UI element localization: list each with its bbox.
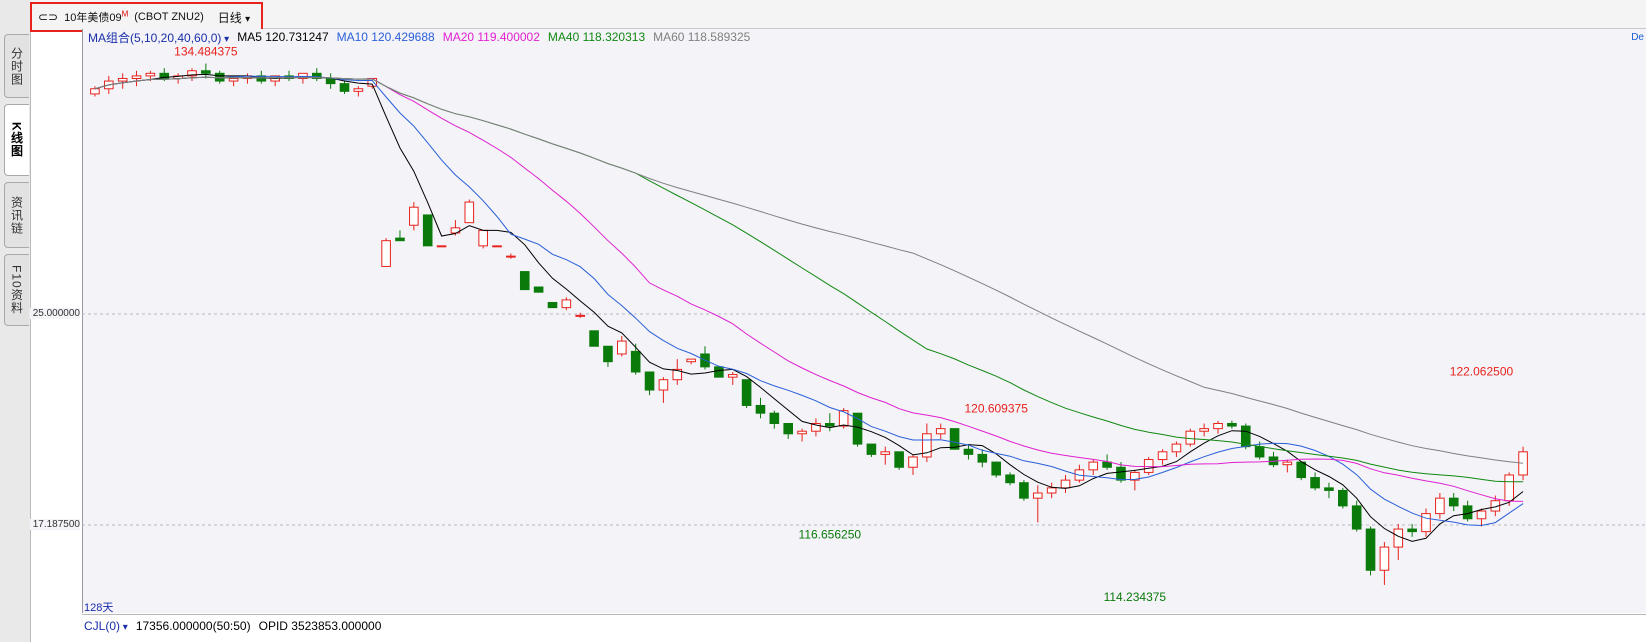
candle-body <box>353 88 364 92</box>
candle-body <box>644 371 655 391</box>
candle-body <box>422 214 433 247</box>
candle-body <box>1365 528 1376 571</box>
candle-body <box>1407 528 1417 533</box>
candle-body <box>1227 422 1237 427</box>
candle-body <box>339 83 350 92</box>
candle-body <box>1310 477 1320 489</box>
candle-body <box>1504 474 1515 502</box>
candle-body <box>519 271 530 291</box>
ma10-line <box>94 75 1524 527</box>
price-annotation: 116.656250 <box>799 527 862 541</box>
candle-body <box>1171 443 1182 453</box>
candle-body <box>1157 451 1168 461</box>
ma5-line <box>94 73 1524 542</box>
candle-body <box>478 229 488 247</box>
volume-indicator-selector[interactable]: CJL(0) ▾ <box>84 619 128 633</box>
candle-body <box>436 245 447 248</box>
candle-body <box>977 453 988 463</box>
candle-body <box>464 201 475 224</box>
candle-body <box>1393 528 1404 548</box>
candle-body <box>1421 513 1431 533</box>
candle-body <box>880 451 891 455</box>
ma60-line <box>94 76 1524 464</box>
price-annotation: 114.234375 <box>1104 590 1167 604</box>
candle-body <box>409 206 419 226</box>
candle-body <box>727 374 738 378</box>
candle-body <box>769 412 780 424</box>
candle-body <box>991 461 1001 476</box>
volume-value: 17356.000000(50:50) <box>135 619 251 633</box>
ma20-line <box>94 76 1524 502</box>
volume-row: CJL(0) ▾ 17356.000000(50:50) OPID 352385… <box>84 619 381 633</box>
candle-body <box>589 330 599 347</box>
candle-body <box>1435 497 1445 515</box>
candle-body <box>395 237 405 242</box>
candle-body <box>1116 466 1126 481</box>
price-annotation: 134.484375 <box>174 45 238 59</box>
candle-body <box>325 77 336 85</box>
candle-body <box>741 379 752 406</box>
candle-body <box>506 255 516 258</box>
candle-body <box>1046 487 1057 494</box>
candle-body <box>201 70 211 74</box>
candle-body <box>1296 461 1307 479</box>
candle-body <box>714 366 724 378</box>
candle-body <box>90 88 100 95</box>
candle-body <box>935 428 946 435</box>
candle-body <box>1032 492 1043 499</box>
candle-body <box>1379 546 1390 571</box>
candle-body <box>1338 489 1348 507</box>
candle-body <box>603 345 613 363</box>
candle-body <box>1005 474 1015 484</box>
candle-body <box>381 240 391 267</box>
candle-body <box>547 301 558 309</box>
candle-body <box>145 72 156 77</box>
candlestick-chart: 134.484375 116.656250 120.609375 114.234375… <box>82 45 1646 604</box>
candle-body <box>1213 422 1223 430</box>
chevron-down-icon: ▾ <box>120 622 128 633</box>
candle-body <box>131 75 142 79</box>
opid-value: OPID 3523853.000000 <box>258 619 382 633</box>
candle-body <box>117 77 128 82</box>
candle-body <box>658 379 669 391</box>
candle-body <box>797 430 807 435</box>
candle-body <box>617 340 627 355</box>
candle-body <box>1102 461 1112 468</box>
candle-body <box>894 451 904 468</box>
candle-body <box>561 299 572 309</box>
candle-body <box>228 77 239 82</box>
candle-body <box>1254 446 1265 458</box>
candle-body <box>1448 497 1459 507</box>
candle-body <box>824 422 835 427</box>
candle-body <box>1282 461 1293 466</box>
candle-body <box>1143 459 1154 473</box>
period-count: 128天 <box>84 602 114 614</box>
candle-body <box>908 456 918 468</box>
candle-body <box>630 350 641 373</box>
candle-body <box>1019 482 1029 499</box>
candle-body <box>1324 487 1334 491</box>
price-annotation: 122.062500 <box>1450 364 1514 378</box>
candle-body <box>783 422 794 435</box>
candle-body <box>686 358 696 363</box>
candle-body <box>492 245 502 248</box>
candle-body <box>866 443 877 455</box>
candle-body <box>533 286 544 293</box>
candle-body <box>1088 461 1099 471</box>
candle-body <box>575 314 586 317</box>
candle-body <box>1351 505 1362 530</box>
candle-body <box>1060 479 1071 489</box>
candle-body <box>1199 428 1209 432</box>
candle-body <box>963 448 974 455</box>
candle-body <box>755 404 766 414</box>
candle-body <box>852 412 863 445</box>
price-annotation: 120.609375 <box>964 402 1028 416</box>
ma40-line <box>94 76 1524 483</box>
candle-body <box>1476 510 1487 520</box>
candle-body <box>1185 430 1196 445</box>
